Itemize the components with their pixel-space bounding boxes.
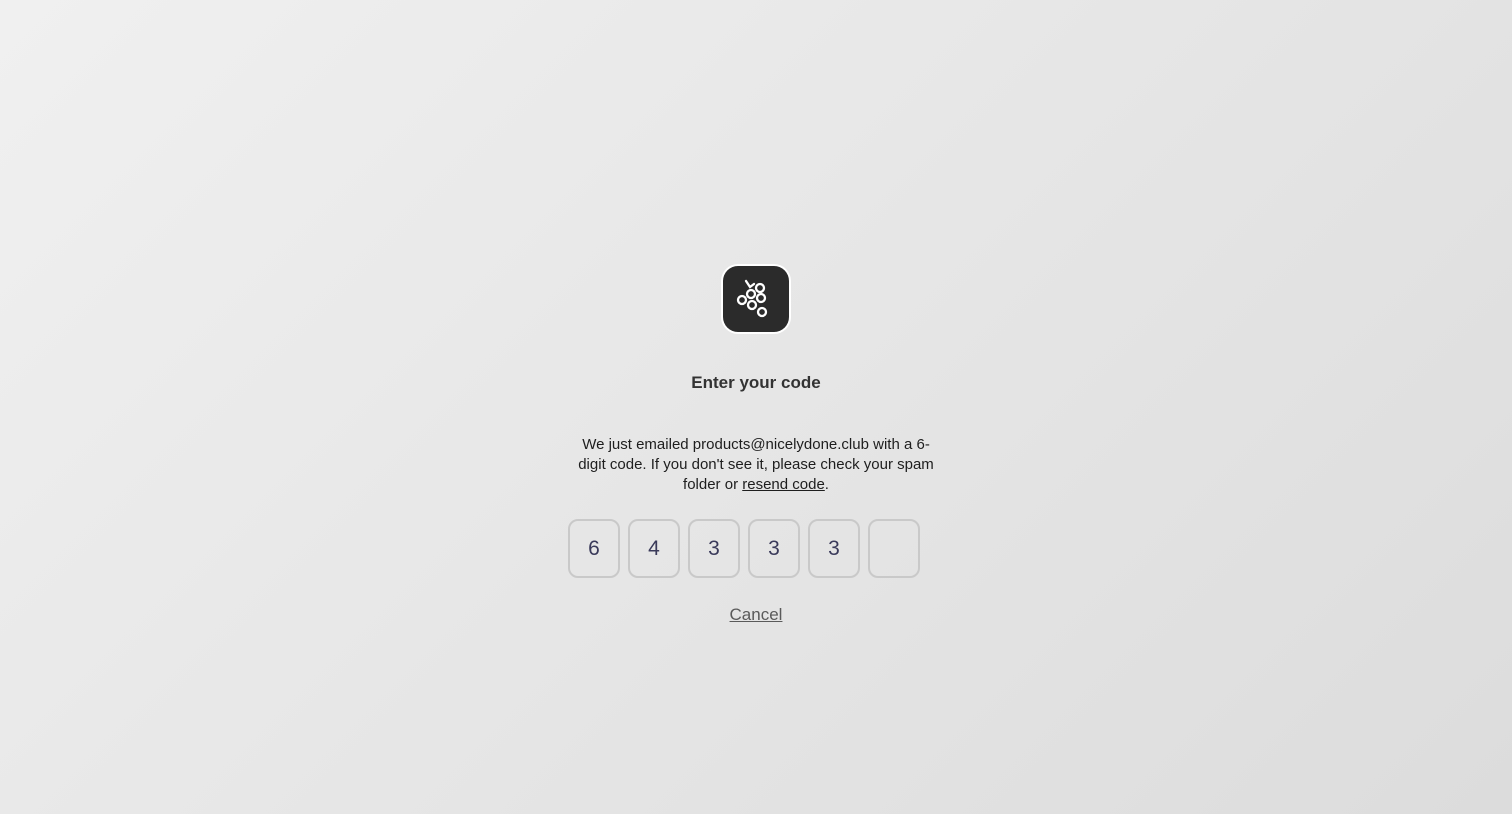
cancel-row: Cancel	[0, 604, 1512, 626]
code-digit-2[interactable]: 4	[628, 519, 680, 578]
code-input-group: 6 4 3 3 3	[568, 519, 920, 578]
instruction-text-end: .	[824, 476, 829, 493]
resend-code-link[interactable]: resend code	[742, 476, 825, 493]
code-digit-5[interactable]: 3	[808, 519, 860, 578]
code-digit-1[interactable]: 6	[568, 519, 620, 578]
page-title: Enter your code	[691, 373, 821, 392]
cancel-link[interactable]: Cancel	[730, 605, 783, 624]
app-logo	[723, 266, 789, 332]
grapes-icon	[736, 279, 768, 318]
code-digit-6[interactable]	[868, 519, 920, 578]
code-digit-4[interactable]: 3	[748, 519, 800, 578]
code-digit-3[interactable]: 3	[688, 519, 740, 578]
instruction-text: We just emailed products@nicelydone.club…	[576, 435, 936, 495]
